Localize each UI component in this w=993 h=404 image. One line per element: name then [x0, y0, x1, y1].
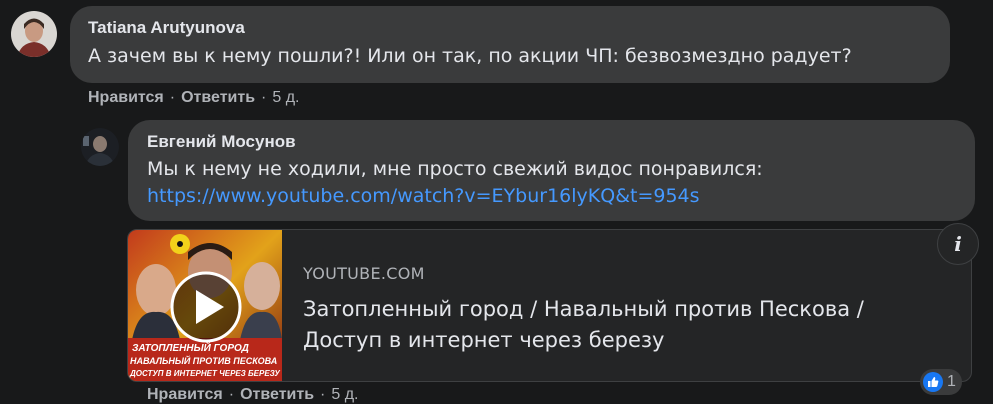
separator-dot: · [320, 386, 326, 403]
reply-bubble: Евгений Мосунов Мы к нему не ходили, мне… [128, 120, 975, 221]
avatar-evgeny[interactable] [81, 128, 119, 166]
reply-text: Мы к нему не ходили, мне просто свежий в… [147, 158, 763, 180]
separator-dot: · [169, 89, 176, 106]
link-preview-card[interactable]: ЗАТОПЛЕННЫЙ ГОРОД НАВАЛЬНЫЙ ПРОТИВ ПЕСКО… [127, 229, 972, 382]
comment-timestamp[interactable]: 5 д. [272, 89, 299, 106]
separator-dot: · [228, 386, 235, 403]
info-icon: i [954, 232, 962, 256]
comment-actions: Нравится · Ответить · 5 д. [88, 89, 299, 107]
separator-dot: · [261, 89, 267, 106]
thumbnail-caption-2: НАВАЛЬНЫЙ ПРОТИВ ПЕСКОВА [130, 355, 277, 366]
thumbnail-caption-1: ЗАТОПЛЕННЫЙ ГОРОД [132, 341, 249, 354]
reply-timestamp[interactable]: 5 д. [331, 386, 358, 403]
reply-button[interactable]: Ответить [181, 89, 255, 106]
reaction-count: 1 [947, 373, 956, 390]
comments-thread: Tatiana Arutyunova А зачем вы к нему пош… [0, 0, 993, 404]
like-icon [923, 372, 943, 392]
comment-author[interactable]: Tatiana Arutyunova [88, 18, 950, 38]
youtube-link[interactable]: https://www.youtube.com/watch?v=EYbur16l… [147, 183, 975, 210]
preview-title-line: Затопленный город / Навальный против Пес… [303, 297, 864, 321]
info-button[interactable]: i [937, 223, 979, 265]
thumbnail-caption-3: ДОСТУП В ИНТЕРНЕТ ЧЕРЕЗ БЕРЕЗУ [129, 369, 280, 378]
preview-title-line: Доступ в интернет через березу [303, 328, 665, 352]
reply-button[interactable]: Ответить [240, 386, 314, 403]
avatar-tatiana[interactable] [11, 11, 57, 57]
reaction-summary[interactable]: 1 [920, 369, 962, 395]
comment-text: А зачем вы к нему пошли?! Или он так, по… [88, 45, 852, 67]
video-thumbnail[interactable]: ЗАТОПЛЕННЫЙ ГОРОД НАВАЛЬНЫЙ ПРОТИВ ПЕСКО… [128, 230, 282, 381]
like-button[interactable]: Нравится [88, 89, 164, 106]
play-icon[interactable] [170, 271, 242, 343]
comment-bubble: Tatiana Arutyunova А зачем вы к нему пош… [70, 6, 950, 83]
reply-actions: Нравится · Ответить · 5 д. [147, 386, 358, 404]
preview-title[interactable]: Затопленный город / Навальный против Пес… [303, 294, 943, 356]
like-button[interactable]: Нравится [147, 386, 223, 403]
preview-domain: YOUTUBE.COM [303, 264, 425, 283]
reply-author[interactable]: Евгений Мосунов [147, 132, 975, 152]
